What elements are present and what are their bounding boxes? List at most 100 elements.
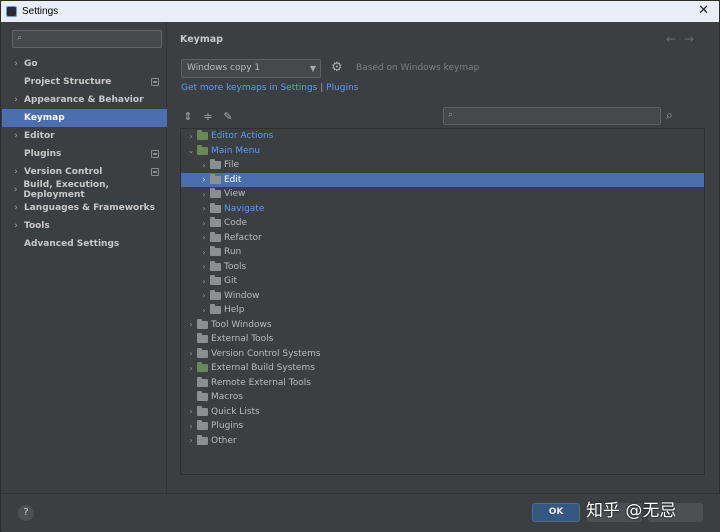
tree-row-label: Version Control Systems <box>211 348 321 359</box>
sidebar-item-plugins[interactable]: Plugins <box>2 145 167 163</box>
tree-row-label: Git <box>224 276 238 287</box>
chevron-right-icon: › <box>14 203 18 213</box>
sidebar-search-input[interactable]: ⌕ <box>12 30 162 48</box>
folder-icon <box>197 130 208 141</box>
plugins-link[interactable]: Plugins <box>326 83 358 93</box>
tree-row[interactable]: › Refactor <box>181 231 704 246</box>
project-level-icon <box>151 78 159 86</box>
keymap-panel: Keymap ←→ Windows copy 1 ▼ ⚙ Based on Wi… <box>168 22 720 493</box>
project-level-icon <box>151 168 159 176</box>
get-more-keymaps-link[interactable]: Get more keymaps in Settings <box>181 83 317 93</box>
chevron-right-icon[interactable]: › <box>198 204 210 213</box>
tree-row[interactable]: › Plugins <box>181 419 704 434</box>
edit-icon[interactable]: ✎ <box>221 110 235 123</box>
chevron-right-icon[interactable]: › <box>198 175 210 184</box>
watermark: 知乎 @无忌 <box>586 501 677 521</box>
chevron-right-icon[interactable]: › <box>198 291 210 300</box>
tree-row[interactable]: › Git <box>181 274 704 289</box>
dialog-footer: ? OK 知乎 @无忌 <box>2 493 720 532</box>
sidebar-item-version-control[interactable]: › Version Control <box>2 163 167 181</box>
tree-row-label: External Tools <box>211 334 274 345</box>
tree-row[interactable]: › Tools <box>181 260 704 275</box>
sidebar-item-tools[interactable]: › Tools <box>2 217 167 235</box>
chevron-right-icon[interactable]: › <box>198 233 210 242</box>
tree-row[interactable]: › Navigate <box>181 202 704 217</box>
sidebar-item-label: Plugins <box>24 149 62 159</box>
help-button[interactable]: ? <box>18 505 34 521</box>
action-search-input[interactable]: ⌕ <box>443 107 661 125</box>
tree-row[interactable]: › Version Control Systems <box>181 347 704 362</box>
tree-row[interactable]: › File <box>181 158 704 173</box>
settings-window: Settings ✕ ⌕ › Go Project Structure › Appear… <box>0 0 720 532</box>
tree-row[interactable]: Remote External Tools <box>181 376 704 391</box>
back-arrow-icon[interactable]: ← <box>666 32 684 46</box>
sidebar-item-label: Tools <box>24 221 50 231</box>
chevron-right-icon[interactable]: › <box>185 407 197 416</box>
chevron-right-icon[interactable]: › <box>198 306 210 315</box>
chevron-right-icon[interactable]: › <box>198 248 210 257</box>
tree-row[interactable]: External Tools <box>181 332 704 347</box>
chevron-right-icon[interactable]: › <box>185 422 197 431</box>
tree-row-label: Quick Lists <box>211 406 260 417</box>
tree-row[interactable]: › Window <box>181 289 704 304</box>
sidebar-item-advanced-settings[interactable]: Advanced Settings <box>2 235 167 253</box>
close-icon[interactable]: ✕ <box>698 3 709 18</box>
chevron-right-icon: › <box>14 59 18 69</box>
tree-row[interactable]: › Editor Actions <box>181 129 704 144</box>
find-by-shortcut-icon[interactable]: ⌕ <box>666 108 673 123</box>
gear-icon[interactable]: ⚙ <box>331 60 343 75</box>
sidebar-item-project-structure[interactable]: Project Structure <box>2 73 167 91</box>
ok-button[interactable]: OK <box>532 503 580 522</box>
tree-row[interactable]: › Run <box>181 245 704 260</box>
chevron-right-icon[interactable]: › <box>185 320 197 329</box>
tree-toolbar: ⇕ ≑ ✎ <box>181 110 235 123</box>
sidebar-item-keymap[interactable]: Keymap <box>2 109 167 127</box>
tree-row[interactable]: › Tool Windows <box>181 318 704 333</box>
app-icon <box>6 6 17 17</box>
chevron-right-icon[interactable]: › <box>185 349 197 358</box>
based-on-text: Based on Windows keymap <box>356 63 480 73</box>
keymap-select[interactable]: Windows copy 1 ▼ <box>181 59 321 78</box>
keymap-select-value: Windows copy 1 <box>187 63 261 73</box>
tree-row[interactable]: › Quick Lists <box>181 405 704 420</box>
keymap-tree[interactable]: › Editor Actions ⌄ Main Menu › File › Edit › View… <box>180 128 705 475</box>
chevron-right-icon[interactable]: › <box>198 161 210 170</box>
tree-row[interactable]: › View <box>181 187 704 202</box>
tree-row-label: Help <box>224 305 245 316</box>
chevron-down-icon[interactable]: ⌄ <box>185 146 197 155</box>
chevron-right-icon[interactable]: › <box>185 132 197 141</box>
tree-row[interactable]: › Other <box>181 434 704 449</box>
chevron-right-icon[interactable]: › <box>198 190 210 199</box>
sidebar-item-go[interactable]: › Go <box>2 55 167 73</box>
chevron-right-icon[interactable]: › <box>185 436 197 445</box>
sidebar-item-build-execution-deployment[interactable]: › Build, Execution, Deployment <box>2 180 167 200</box>
tree-row[interactable]: › Edit <box>181 172 704 187</box>
folder-icon <box>210 217 221 228</box>
nav-arrows[interactable]: ←→ <box>666 32 702 46</box>
settings-sidebar: ⌕ › Go Project Structure › Appearance & Beha… <box>2 22 167 493</box>
forward-arrow-icon[interactable]: → <box>684 32 702 46</box>
collapse-all-icon[interactable]: ≑ <box>201 110 215 123</box>
tree-row[interactable]: Macros <box>181 390 704 405</box>
chevron-right-icon[interactable]: › <box>198 277 210 286</box>
sidebar-item-label: Go <box>24 59 38 69</box>
folder-icon <box>197 333 208 344</box>
folder-icon <box>210 246 221 257</box>
expand-all-icon[interactable]: ⇕ <box>181 110 195 123</box>
tree-row[interactable]: › Help <box>181 303 704 318</box>
tree-row[interactable]: › Code <box>181 216 704 231</box>
tree-row[interactable]: ⌄ Main Menu <box>181 144 704 159</box>
tree-row-label: Tool Windows <box>211 319 272 330</box>
sidebar-item-languages-frameworks[interactable]: › Languages & Frameworks <box>2 199 167 217</box>
tree-row[interactable]: › External Build Systems <box>181 361 704 376</box>
folder-icon <box>197 434 208 445</box>
chevron-right-icon[interactable]: › <box>198 219 210 228</box>
sidebar-item-editor[interactable]: › Editor <box>2 127 167 145</box>
sidebar-item-label: Project Structure <box>24 77 112 87</box>
tree-row-label: View <box>224 189 246 200</box>
chevron-right-icon[interactable]: › <box>198 262 210 271</box>
sidebar-item-appearance-behavior[interactable]: › Appearance & Behavior <box>2 91 167 109</box>
chevron-right-icon[interactable]: › <box>185 364 197 373</box>
tree-row-label: Refactor <box>224 232 262 243</box>
tree-row-label: Other <box>211 435 237 446</box>
